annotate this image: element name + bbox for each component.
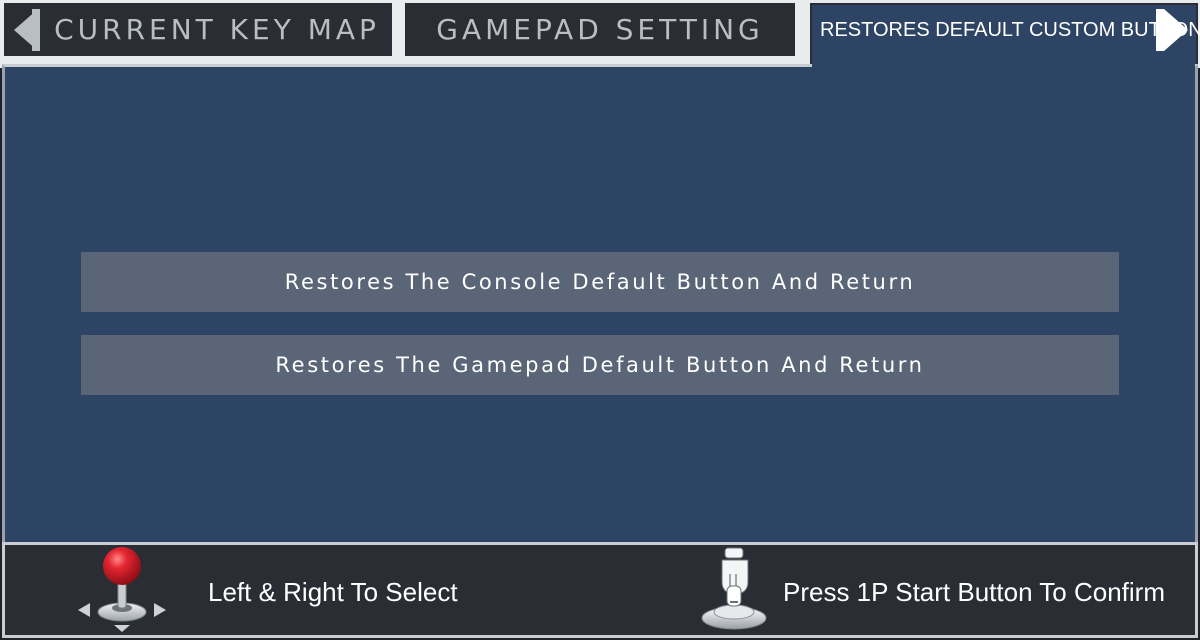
press-start-button-icon xyxy=(701,547,767,630)
arrow-left-icon[interactable] xyxy=(14,9,40,51)
active-tab-connector xyxy=(812,62,1195,68)
tab-gamepad-setting[interactable]: GAMEPAD SETTING xyxy=(405,3,795,56)
confirm-hint-text: Press 1P Start Button To Confirm xyxy=(783,577,1165,607)
restore-gamepad-default-label: Restores The Gamepad Default Button And … xyxy=(275,353,925,377)
select-hint-text: Left & Right To Select xyxy=(208,577,458,607)
tab-restores-default-label: RESTORES DEFAULT CUSTOM BUTTON xyxy=(820,19,1200,41)
joystick-icon xyxy=(78,547,166,632)
restore-console-default-option[interactable]: Restores The Console Default Button And … xyxy=(81,252,1119,312)
tab-current-key-map-label: CURRENT KEY MAP xyxy=(54,13,380,46)
tab-current-key-map[interactable]: CURRENT KEY MAP xyxy=(4,3,392,56)
arrow-right-icon[interactable] xyxy=(1156,9,1188,51)
restore-gamepad-default-option[interactable]: Restores The Gamepad Default Button And … xyxy=(81,335,1119,395)
restore-console-default-label: Restores The Console Default Button And … xyxy=(284,270,916,294)
tab-gamepad-setting-label: GAMEPAD SETTING xyxy=(436,13,764,46)
